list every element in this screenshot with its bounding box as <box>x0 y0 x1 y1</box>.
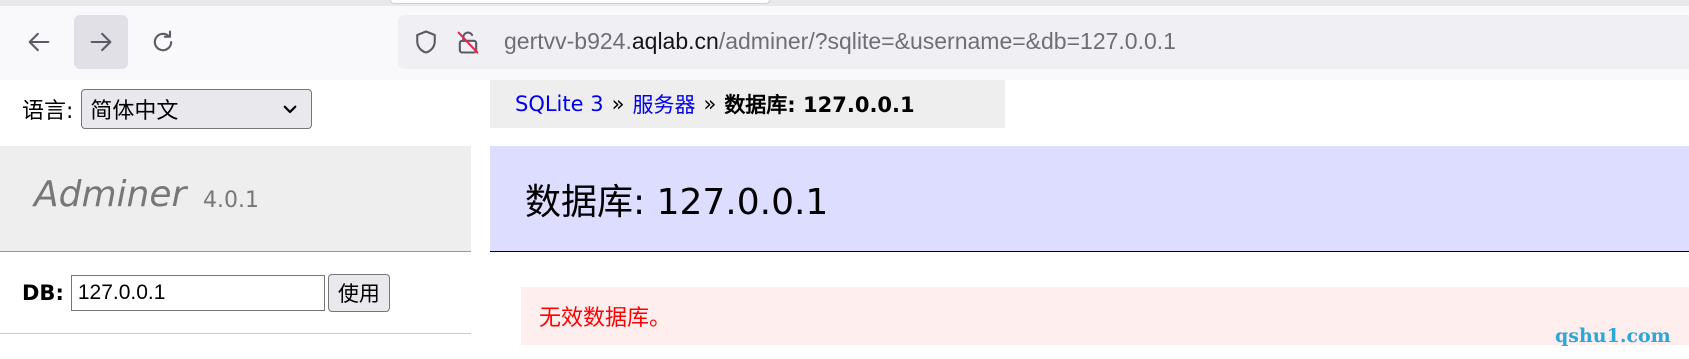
page-title: 数据库: 127.0.0.1 <box>490 146 1689 252</box>
breadcrumb-separator: » <box>703 92 717 116</box>
breadcrumb-server-link[interactable]: 服务器 <box>632 89 695 119</box>
watermark: qshu1.com <box>1555 325 1671 347</box>
browser-toolbar: gertvv-b924.aqlab.cn/adminer/?sqlite=&us… <box>0 0 1689 80</box>
app-logo: Adminer 4.0.1 <box>0 146 471 252</box>
reload-icon <box>153 30 173 52</box>
sidebar-divider <box>0 333 471 334</box>
breadcrumb-current: 数据库: 127.0.0.1 <box>724 93 915 117</box>
tab-strip <box>0 0 1689 6</box>
back-button[interactable] <box>12 15 66 69</box>
address-bar[interactable]: gertvv-b924.aqlab.cn/adminer/?sqlite=&us… <box>398 15 1689 69</box>
url-text[interactable]: gertvv-b924.aqlab.cn/adminer/?sqlite=&us… <box>504 28 1176 55</box>
breadcrumb: SQLite 3 » 服务器 » 数据库: 127.0.0.1 <box>490 80 1005 128</box>
breadcrumb-driver-link[interactable]: SQLite 3 <box>515 92 604 116</box>
db-label: DB: <box>22 281 64 305</box>
forward-arrow-icon <box>90 32 112 52</box>
language-form: 语言: 简体中文 <box>22 88 313 130</box>
back-arrow-icon <box>28 32 50 52</box>
language-select[interactable]: 简体中文 <box>81 89 313 129</box>
db-input[interactable]: 127.0.0.1 <box>70 275 325 311</box>
error-message: 无效数据库。 <box>521 287 1689 345</box>
insecure-lock-icon[interactable] <box>454 28 482 56</box>
reload-button[interactable] <box>136 15 190 69</box>
language-selected-value: 简体中文 <box>90 99 179 124</box>
language-label: 语言: <box>22 99 74 124</box>
active-tab-edge[interactable] <box>390 0 770 4</box>
chevron-down-icon <box>284 105 297 114</box>
use-button[interactable]: 使用 <box>327 274 390 312</box>
forward-button[interactable] <box>74 15 128 69</box>
shield-icon[interactable] <box>412 28 440 56</box>
app-version: 4.0.1 <box>203 188 259 213</box>
app-name-link[interactable]: Adminer <box>34 174 186 215</box>
breadcrumb-separator: » <box>611 92 625 116</box>
db-select-form: DB: 127.0.0.1 使用 <box>22 273 390 313</box>
